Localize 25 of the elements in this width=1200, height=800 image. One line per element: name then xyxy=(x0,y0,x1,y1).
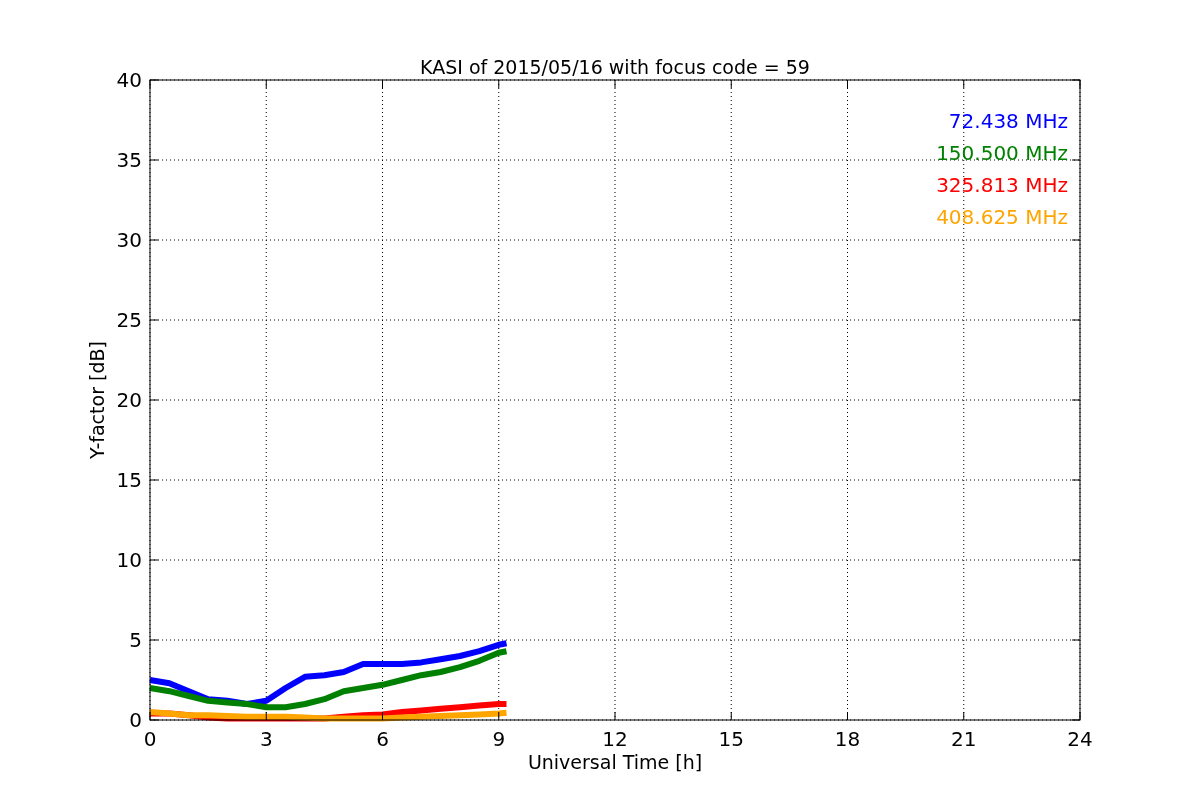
tick-label: 30 xyxy=(116,228,142,252)
tick-label: 20 xyxy=(116,388,142,412)
tick-label: 15 xyxy=(718,727,744,751)
axis-label: Y-factor [dB] xyxy=(86,341,108,459)
legend-label: 408.625 MHz xyxy=(936,205,1068,229)
tick-label: 18 xyxy=(834,727,861,751)
legend-label: 150.500 MHz xyxy=(936,141,1068,165)
legend-label: 72.438 MHz xyxy=(948,109,1068,133)
tick-label: 10 xyxy=(116,548,142,572)
tick-label: 6 xyxy=(376,727,389,751)
legend-label: 325.813 MHz xyxy=(936,173,1068,197)
tick-label: 3 xyxy=(259,727,273,751)
tick-label: 24 xyxy=(1067,727,1093,751)
axis-label: Universal Time [h] xyxy=(527,751,703,773)
tick-label: 40 xyxy=(116,68,142,92)
tick-label: 5 xyxy=(129,628,142,652)
tick-label: 25 xyxy=(116,308,142,332)
tick-label: 0 xyxy=(143,727,157,751)
tick-label: 35 xyxy=(116,148,142,172)
chart-title: KASI of 2015/05/16 with focus code = 59 xyxy=(420,56,810,78)
tick-label: 9 xyxy=(492,727,506,751)
tick-label: 15 xyxy=(116,468,142,492)
tick-label: 12 xyxy=(602,727,628,751)
tick-label: 21 xyxy=(951,727,977,751)
tick-label: 0 xyxy=(129,708,142,732)
